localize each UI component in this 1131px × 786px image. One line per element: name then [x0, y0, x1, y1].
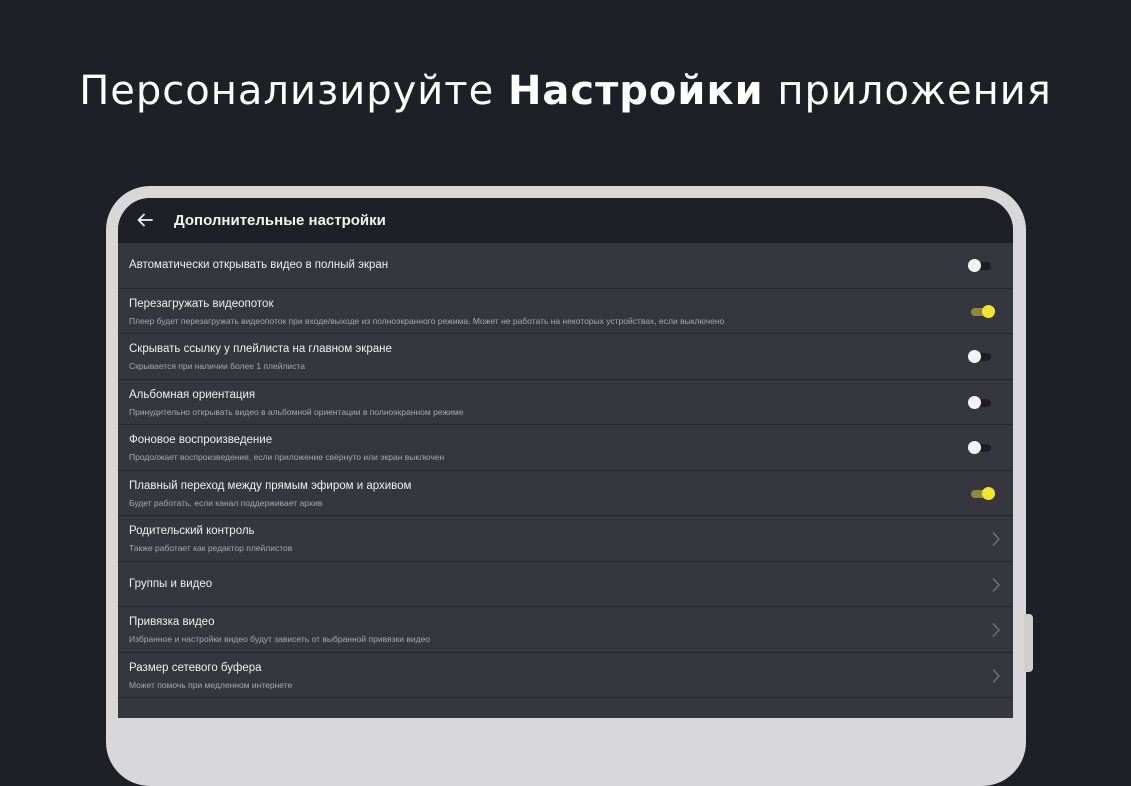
setting-network-buffer[interactable]: Размер сетевого буфера Может помочь при …	[118, 652, 1013, 698]
setting-autofullscreen[interactable]: Автоматически открывать видео в полный э…	[118, 243, 1013, 289]
setting-title: Привязка видео	[129, 616, 215, 628]
setting-subtitle: Также работает как редактор плейлистов	[129, 543, 293, 553]
setting-subtitle: Может помочь при медленном интернете	[129, 679, 293, 690]
setting-title: Группы и видео	[129, 577, 213, 590]
setting-title: Родительский контроль	[129, 525, 255, 537]
setting-title: Автоматически открывать видео в полный э…	[129, 259, 389, 271]
chevron-right-icon	[992, 668, 1001, 683]
setting-video-binding[interactable]: Привязка видео Избранное и настройки вид…	[118, 607, 1013, 653]
toggle-switch[interactable]	[968, 441, 994, 454]
app-bar: Дополнительные настройки	[118, 198, 1013, 243]
chevron-right-icon	[992, 531, 1001, 547]
setting-subtitle: Избранное и настройки видео будут зависе…	[129, 634, 431, 644]
toggle-switch[interactable]	[968, 304, 995, 318]
setting-next-partial[interactable]	[118, 698, 1013, 718]
setting-subtitle: Будет работать, если канал поддерживает …	[129, 497, 323, 508]
promo-headline: Персонализируйте Настройки приложения	[0, 68, 1131, 114]
setting-landscape[interactable]: Альбомная ориентация Принудительно откры…	[118, 379, 1013, 425]
tablet-side-button	[1024, 614, 1033, 672]
setting-smooth-transition[interactable]: Плавный переход между прямым эфиром и ар…	[118, 470, 1013, 516]
setting-title: Размер сетевого буфера	[129, 661, 262, 674]
setting-subtitle: Плеер будет перезагружать видеопоток при…	[129, 315, 725, 326]
chevron-right-icon	[992, 622, 1001, 638]
headline-prefix: Персонализируйте	[79, 68, 495, 114]
setting-hide-playlist-link[interactable]: Скрывать ссылку у плейлиста на главном э…	[118, 334, 1013, 380]
toggle-switch[interactable]	[968, 486, 995, 500]
setting-background-playback[interactable]: Фоновое воспроизведение Продолжает воспр…	[118, 425, 1013, 471]
setting-groups-video[interactable]: Группы и видео	[118, 561, 1013, 607]
setting-parental-control[interactable]: Родительский контроль Также работает как…	[118, 516, 1013, 562]
setting-title: Плавный переход между прямым эфиром и ар…	[129, 479, 412, 492]
setting-reload-stream[interactable]: Перезагружать видеопоток Плеер будет пер…	[118, 288, 1013, 334]
setting-subtitle: Продолжает воспроизведение, если приложе…	[129, 452, 445, 462]
headline-bold: Настройки	[507, 68, 764, 114]
setting-title: Скрывать ссылку у плейлиста на главном э…	[129, 343, 392, 355]
setting-title: Альбомная ориентация	[129, 388, 256, 401]
toggle-switch[interactable]	[968, 395, 994, 409]
chevron-right-icon	[992, 577, 1001, 592]
arrow-left-icon[interactable]	[136, 211, 154, 229]
setting-title: Перезагружать видеопоток	[129, 297, 274, 310]
tablet-screen: Дополнительные настройки Автоматически о…	[118, 198, 1013, 718]
setting-title: Фоновое воспроизведение	[129, 434, 273, 446]
page-title: Дополнительные настройки	[174, 212, 386, 229]
toggle-switch[interactable]	[968, 350, 994, 363]
toggle-switch[interactable]	[968, 259, 994, 272]
setting-subtitle: Принудительно открывать видео в альбомно…	[129, 406, 464, 417]
settings-list: Автоматически открывать видео в полный э…	[118, 243, 1013, 718]
setting-subtitle: Скрывается при наличии более 1 плейлиста	[129, 361, 305, 371]
headline-suffix: приложения	[777, 68, 1052, 114]
